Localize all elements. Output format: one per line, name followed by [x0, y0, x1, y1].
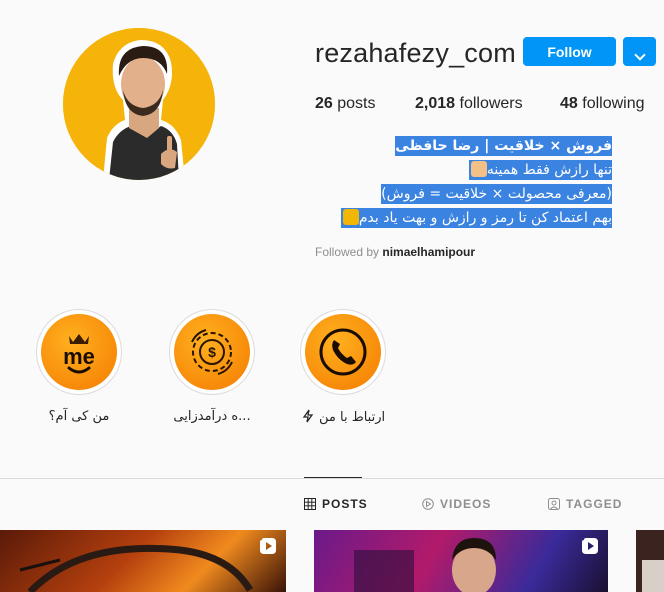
play-circle-icon — [422, 498, 434, 510]
video-play-icon — [582, 538, 598, 554]
suggested-accounts-dropdown-button[interactable] — [623, 37, 656, 66]
following-count: 48 — [560, 95, 578, 112]
profile-bio: فروش × خلاقیت | رضا حافظی تنها رازش فقط … — [312, 134, 612, 230]
bio-line-text: بهم اعتماد کن تا رمز و رازش و بهت یاد بد… — [358, 210, 612, 226]
followed-by-user-link[interactable]: nimaelhamipour — [382, 245, 475, 259]
lock-key-emoji-icon — [342, 209, 359, 225]
following-label: following — [582, 95, 645, 112]
bio-line: فروش × خلاقیت | رضا حافظی — [395, 136, 612, 156]
post-thumbnail[interactable] — [314, 530, 608, 592]
lightning-icon — [302, 409, 314, 423]
money-gear-icon: $ — [191, 329, 233, 375]
story-highlight-income[interactable]: $ ...ه درآمدزایی — [169, 309, 255, 424]
me-crown-logo-icon: me — [63, 334, 95, 374]
bio-line: (معرفی محصولت × خلاقیت = فروش) — [381, 184, 612, 204]
tab-label: TAGGED — [566, 497, 623, 511]
story-highlight-contact[interactable]: ارتباط با من — [300, 309, 386, 425]
following-stat[interactable]: 48 following — [560, 95, 645, 113]
tab-label: VIDEOS — [440, 497, 492, 511]
followers-count: 2,018 — [415, 95, 456, 112]
followed-by-prefix: Followed by — [315, 245, 380, 259]
posts-count: 26 — [315, 95, 333, 112]
tag-icon — [548, 498, 560, 510]
post-image — [19, 544, 254, 592]
tab-videos[interactable]: VIDEOS — [422, 497, 491, 511]
profile-username: rezahafezy_com — [315, 38, 516, 68]
bio-line-with-emoji: بهم اعتماد کن تا رمز و رازش و بهت یاد بد… — [340, 208, 612, 228]
svg-text:me: me — [63, 344, 95, 369]
highlight-cover — [305, 314, 381, 390]
highlight-label: ...ه درآمدزایی — [173, 409, 251, 424]
story-highlight-about-me[interactable]: me من کی آم؟ — [36, 309, 122, 424]
highlight-ring: $ — [169, 309, 255, 395]
highlight-label-text: ارتباط با من — [319, 410, 386, 425]
post-image — [354, 538, 496, 592]
highlight-cover: $ — [174, 314, 250, 390]
pointing-finger-emoji-icon — [470, 161, 487, 177]
post-image — [636, 530, 664, 592]
followers-stat[interactable]: 2,018 followers — [415, 95, 523, 113]
highlight-cover: me — [41, 314, 117, 390]
follow-button[interactable]: Follow — [523, 37, 616, 66]
highlight-label: من کی آم؟ — [48, 409, 110, 424]
video-play-icon — [260, 538, 276, 554]
highlight-ring — [300, 309, 386, 395]
bio-line-text: تنها رازش فقط همینه — [486, 162, 612, 178]
bio-line-with-emoji: تنها رازش فقط همینه — [468, 160, 612, 180]
tab-label: POSTS — [322, 497, 368, 511]
followers-label: followers — [459, 95, 523, 112]
followed-by[interactable]: Followed by nimaelhamipour — [315, 245, 475, 259]
post-thumbnail[interactable] — [0, 530, 286, 592]
phone-icon — [319, 328, 367, 376]
posts-stat: 26 posts — [315, 95, 376, 113]
chevron-down-icon — [633, 49, 646, 61]
tab-posts[interactable]: POSTS — [304, 497, 368, 511]
svg-text:$: $ — [208, 344, 216, 360]
profile-avatar[interactable] — [63, 28, 215, 180]
posts-label: posts — [337, 95, 376, 112]
highlight-ring: me — [36, 309, 122, 395]
grid-icon — [304, 498, 316, 510]
active-tab-indicator — [304, 477, 362, 478]
tab-tagged[interactable]: TAGGED — [548, 497, 622, 511]
tabs-divider — [0, 478, 664, 479]
highlight-label: ارتباط با من — [300, 409, 386, 425]
avatar-image — [63, 28, 215, 180]
post-thumbnail[interactable] — [636, 530, 664, 592]
